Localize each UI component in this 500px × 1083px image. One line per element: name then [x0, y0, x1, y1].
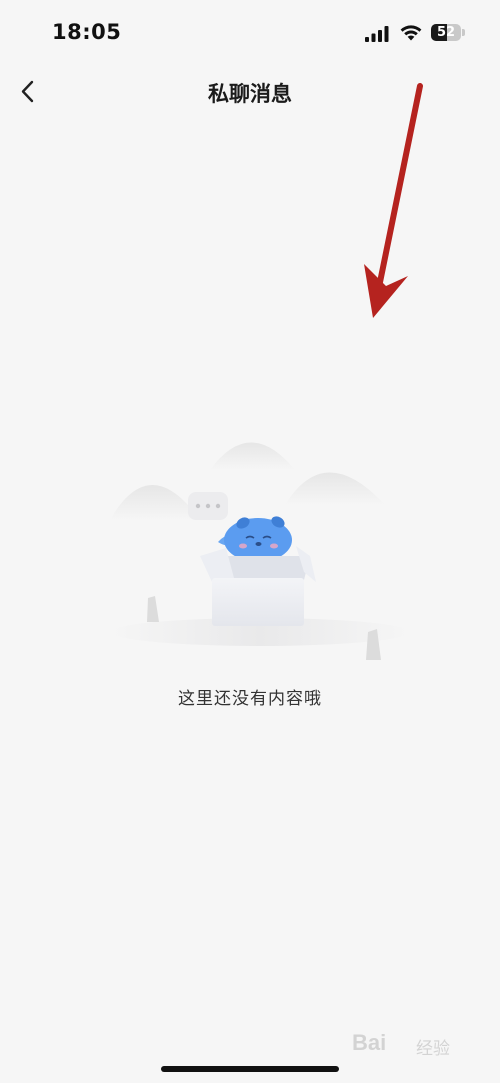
baidu-jingyan-watermark: Bai 经验: [352, 1024, 482, 1064]
battery-icon: 52: [431, 24, 465, 41]
red-arrow-icon: [364, 83, 423, 318]
hill-shape: [110, 485, 200, 520]
status-time: 18:05: [52, 20, 122, 44]
chevron-left-icon: [21, 80, 34, 103]
wifi-icon: [400, 25, 422, 41]
battery-body: 52: [431, 24, 461, 41]
battery-tip: [462, 29, 465, 36]
watermark-suffix: 经验: [416, 1039, 450, 1059]
home-indicator[interactable]: [161, 1066, 339, 1072]
battery-level: 52: [436, 25, 456, 40]
back-button[interactable]: [8, 72, 48, 112]
empty-box-mascot-illustration: [110, 442, 410, 660]
empty-state-message: 这里还没有内容哦: [178, 689, 322, 709]
status-bar: 18:05 52: [0, 0, 500, 64]
hill-shape: [210, 442, 295, 470]
app-screen: 18:05 52 私聊消息 这里还没有内容哦 Bai 经验: [0, 0, 500, 1083]
watermark-brand: Bai: [352, 1030, 387, 1055]
hill-shape: [285, 472, 385, 505]
cellular-signal-icon: [365, 26, 389, 42]
